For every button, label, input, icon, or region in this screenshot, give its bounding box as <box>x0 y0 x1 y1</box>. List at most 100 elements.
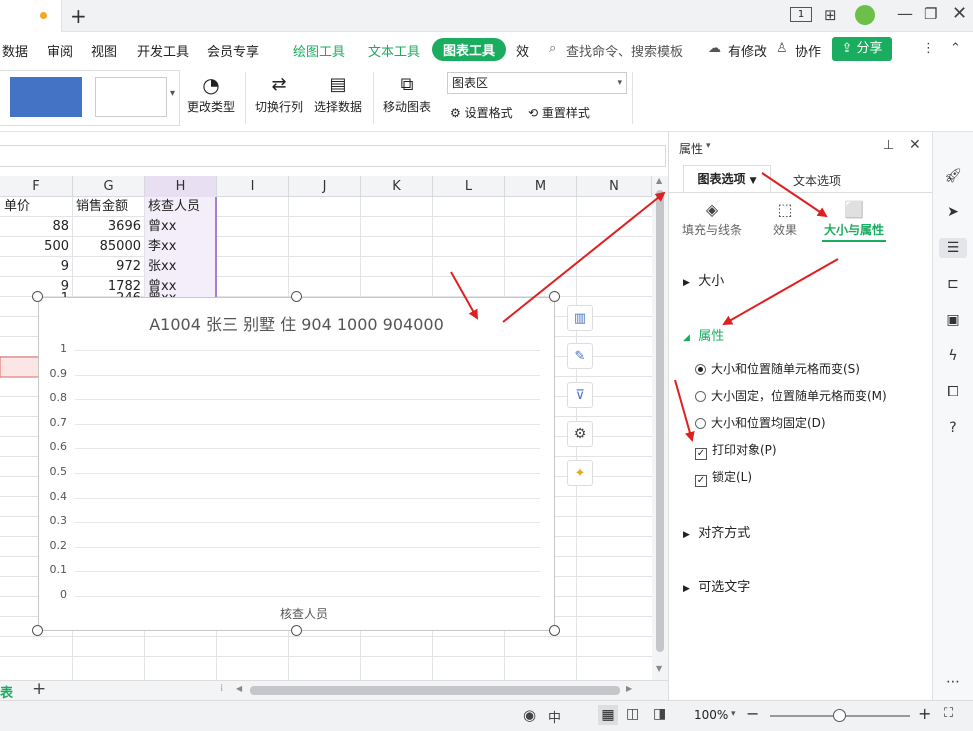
y-tick-label[interactable]: 0.9 <box>39 367 68 380</box>
gallery-more-icon[interactable]: ▾ <box>170 88 175 99</box>
vertical-scrollbar[interactable]: ▲ ▼ <box>652 176 668 680</box>
set-format-button[interactable]: ⚙ 设置格式 <box>450 104 513 121</box>
table-cell[interactable]: 9 <box>0 257 69 277</box>
chart-element-select[interactable]: 图表区 ▾ <box>447 72 627 94</box>
scroll-down-icon[interactable]: ▼ <box>656 664 662 673</box>
resize-handle-bl[interactable] <box>32 625 43 636</box>
resize-handle-bc[interactable] <box>291 625 302 636</box>
chart-style-button[interactable]: ✎ <box>567 343 593 369</box>
y-tick-label[interactable]: 0.1 <box>39 563 68 576</box>
resize-handle-br[interactable] <box>549 625 560 636</box>
y-tick-label[interactable]: 0 <box>39 588 67 601</box>
avatar[interactable] <box>855 5 875 25</box>
header-sales-amount[interactable]: 销售金额 <box>76 197 144 217</box>
new-tab-plus-icon[interactable]: + <box>70 4 87 28</box>
column-header-G[interactable]: G <box>73 176 145 197</box>
restore-icon[interactable]: ❐ <box>924 5 937 23</box>
radio-fixed[interactable]: 大小和位置均固定(D) <box>695 414 826 431</box>
plot-area[interactable]: 1 0.9 0.8 0.7 0.6 0.5 0.4 0.3 0.2 0.1 0 <box>39 298 554 630</box>
menu-drawing-tools[interactable]: 绘图工具 <box>293 41 345 60</box>
column-header-L[interactable]: L <box>433 176 505 197</box>
section-alignment[interactable]: ▶ 对齐方式 <box>683 522 750 541</box>
y-tick-label[interactable]: 0.4 <box>39 490 68 503</box>
properties-icon[interactable]: ☰ <box>939 238 967 258</box>
minimize-icon[interactable]: — <box>897 4 913 23</box>
add-sheet-icon[interactable]: + <box>32 679 46 699</box>
zoom-slider-thumb[interactable] <box>833 709 846 722</box>
header-checker[interactable]: 核查人员 <box>148 197 216 217</box>
menu-dev-tools[interactable]: 开发工具 <box>137 41 189 60</box>
subtab-size-props[interactable]: ⬜ 大小与属性 <box>819 200 889 242</box>
pin-icon[interactable]: ⊥ <box>883 138 894 153</box>
formula-input[interactable] <box>0 145 666 167</box>
checkbox-locked[interactable]: ✓ 锁定(L) <box>695 468 752 487</box>
y-tick-label[interactable]: 0.5 <box>39 465 68 478</box>
table-cell[interactable]: 972 <box>73 257 141 277</box>
column-header-J[interactable]: J <box>289 176 361 197</box>
menu-member[interactable]: 会员专享 <box>207 41 259 60</box>
panel-title[interactable]: 属性 <box>679 140 703 157</box>
header-unit-price[interactable]: 单价 <box>4 197 72 217</box>
table-cell[interactable]: 曾xx <box>148 217 216 237</box>
page-layout-icon[interactable]: ◫ <box>626 706 639 722</box>
style-thumb-white[interactable] <box>95 77 167 117</box>
close-window-icon[interactable]: ✕ <box>952 3 967 24</box>
grid-apps-icon[interactable]: ⊞ <box>824 6 837 24</box>
menu-chart-tools[interactable]: 图表工具 <box>432 38 507 61</box>
more-menu-icon[interactable]: ⋮ <box>922 41 935 56</box>
switch-rowcol-button[interactable]: ⇄ 切换行列 <box>254 72 304 115</box>
section-size[interactable]: ▶ 大小 <box>683 270 724 289</box>
fullscreen-icon[interactable]: ⛶ <box>944 706 953 721</box>
splitter-icon[interactable]: ⁞ <box>220 683 223 694</box>
menu-truncated[interactable]: 效 <box>516 41 529 60</box>
chart-settings-button[interactable]: ⚙ <box>567 421 593 447</box>
lightning-icon[interactable]: ϟ <box>943 346 963 366</box>
layout-icon[interactable]: ⊏ <box>943 274 963 294</box>
style-thumb-blue[interactable] <box>10 77 82 117</box>
zoom-out-icon[interactable]: − <box>746 704 759 723</box>
y-tick-label[interactable]: 0.2 <box>39 539 68 552</box>
column-header-F[interactable]: F <box>0 176 73 197</box>
zoom-in-icon[interactable]: + <box>918 704 931 723</box>
image-icon[interactable]: ▣ <box>943 310 963 330</box>
subtab-effect[interactable]: ⬚ 效果 <box>765 200 805 238</box>
normal-view-icon[interactable]: ▦ <box>598 705 618 725</box>
chart-filter-button[interactable]: ⊽ <box>567 382 593 408</box>
column-header-H[interactable]: H <box>145 176 217 197</box>
cursor-icon[interactable]: ➤ <box>943 202 963 222</box>
collaborate-button[interactable]: 协作 <box>795 41 821 60</box>
move-chart-button[interactable]: ⧉ 移动图表 <box>382 72 432 115</box>
page-break-icon[interactable]: ◨ <box>653 706 666 722</box>
tab-text-options[interactable]: 文本选项 <box>793 172 841 189</box>
hscroll-left-icon[interactable]: ◀ <box>236 684 242 693</box>
column-header-I[interactable]: I <box>217 176 289 197</box>
resize-handle-tc[interactable] <box>291 291 302 302</box>
table-cell[interactable]: 李xx <box>148 237 216 257</box>
reset-style-button[interactable]: ⟲ 重置样式 <box>528 104 590 121</box>
change-type-button[interactable]: ◔ 更改类型 <box>186 72 236 115</box>
radio-move-size-with-cells[interactable]: 大小和位置随单元格而变(S) <box>695 360 860 377</box>
select-data-button[interactable]: ▤ 选择数据 <box>313 72 363 115</box>
menu-text-tools[interactable]: 文本工具 <box>368 41 420 60</box>
column-header-M[interactable]: M <box>505 176 577 197</box>
table-cell[interactable]: 88 <box>0 217 69 237</box>
help-icon[interactable]: ? <box>943 418 963 438</box>
chart-style-gallery[interactable] <box>0 70 180 126</box>
x-axis-label[interactable]: 核查人员 <box>39 605 569 622</box>
share-button[interactable]: ⇪ 分享 <box>832 37 892 61</box>
table-cell[interactable]: 85000 <box>73 237 141 257</box>
scroll-thumb[interactable] <box>656 190 664 652</box>
chart-smart-button[interactable]: ✦ <box>567 460 593 486</box>
resize-handle-tr[interactable] <box>549 291 560 302</box>
y-tick-label[interactable]: 0.7 <box>39 416 68 429</box>
chart-elements-button[interactable]: ▥ <box>567 305 593 331</box>
table-cell[interactable]: 曾xx <box>148 289 216 297</box>
checkbox-print-object[interactable]: ✓ 打印对象(P) <box>695 441 777 460</box>
sheet-tab[interactable]: 表 <box>0 682 13 701</box>
y-tick-label[interactable]: 0.6 <box>39 440 68 453</box>
section-properties[interactable]: ◢ 属性 <box>683 325 724 344</box>
input-method-icon[interactable]: 中 <box>548 707 561 726</box>
zoom-level[interactable]: 100% <box>694 708 728 722</box>
zoom-dropdown-icon[interactable]: ▾ <box>731 709 736 719</box>
chart-object[interactable]: A1004 张三 别墅 住 904 1000 904000 1 0.9 0.8 0.7… <box>32 291 560 636</box>
